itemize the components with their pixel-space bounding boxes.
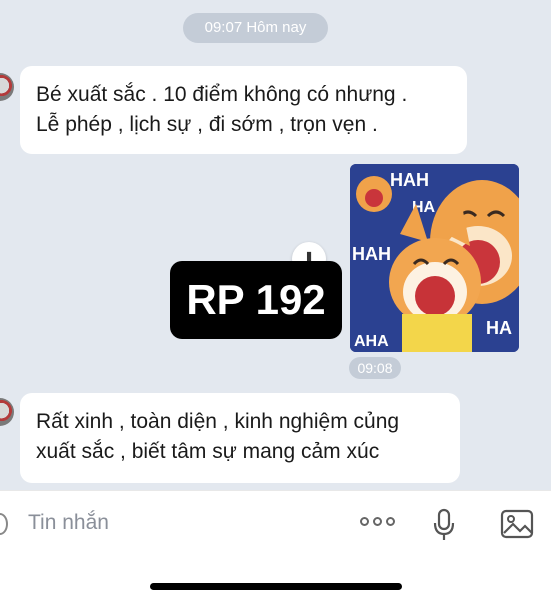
watermark-badge: RP 192 — [170, 261, 342, 339]
message-bubble[interactable]: Bé xuất sắc . 10 điểm không có nhưng . L… — [20, 66, 467, 154]
sticker-text: HAH — [352, 244, 391, 264]
message-text-line: Rất xinh , toàn diện , kinh nghiệm củng — [36, 410, 400, 433]
sticker-text: HA — [486, 318, 512, 338]
sticker-image[interactable]: HAH HA HAH HA AHA — [350, 164, 519, 352]
chat-area[interactable]: 09:07 Hôm nay Bé xuất sắc . 10 điểm khôn… — [0, 0, 551, 490]
sticker-text: AHA — [354, 333, 389, 350]
sticker-time: 09:08 — [349, 357, 401, 379]
home-indicator[interactable] — [150, 583, 402, 590]
message-bubble[interactable]: Rất xinh , toàn diện , kinh nghiệm củng … — [20, 393, 460, 483]
date-separator: 09:07 Hôm nay — [183, 13, 328, 43]
emoji-icon[interactable] — [0, 513, 8, 535]
sticker-text: HAH — [390, 170, 429, 190]
message-text-line: Bé xuất sắc . 10 điểm không có nhưng . — [36, 83, 408, 106]
message-input-bar: Tin nhắn — [0, 490, 551, 560]
message-text-line: xuất sắc , biết tâm sự mang cảm xúc — [36, 440, 380, 463]
microphone-icon[interactable] — [430, 507, 458, 543]
message-text-line: Lễ phép , lịch sự , đi sớm , trọn vẹn . — [36, 113, 378, 136]
more-options-icon[interactable] — [360, 517, 395, 526]
laughing-fox-sticker-graphic: HAH HA HAH HA AHA — [350, 164, 519, 352]
image-icon[interactable] — [500, 508, 534, 540]
sender-avatar[interactable] — [0, 398, 14, 426]
sender-avatar[interactable] — [0, 73, 14, 101]
message-input[interactable]: Tin nhắn — [28, 511, 109, 535]
